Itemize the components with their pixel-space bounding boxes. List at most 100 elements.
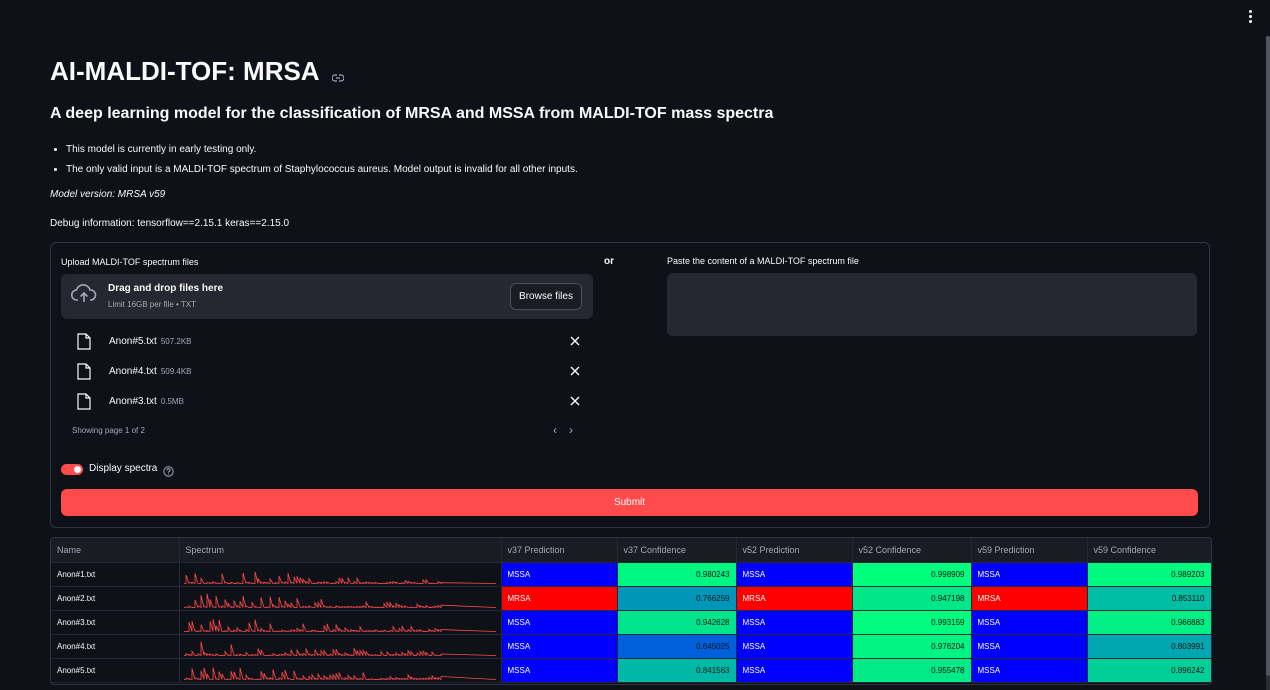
- column-header[interactable]: v37 Prediction: [501, 538, 618, 563]
- cell-name[interactable]: Anon#3.txt: [51, 610, 180, 635]
- spectrum-line: [183, 618, 496, 633]
- close-icon[interactable]: [568, 394, 582, 408]
- cell-name[interactable]: Anon#2.txt: [51, 586, 180, 611]
- cell-prediction[interactable]: MSSA: [736, 610, 853, 635]
- cell-confidence[interactable]: 0.841563: [617, 658, 737, 683]
- uploaded-file-row: Anon#5.txt 507.2KB: [77, 333, 582, 353]
- file-name-wrap: Anon#4.txt 509.4KB: [109, 366, 192, 377]
- cell-name[interactable]: Anon#1.txt: [51, 562, 180, 587]
- cell-prediction[interactable]: MSSA: [736, 634, 853, 659]
- cell-prediction[interactable]: MRSA: [971, 586, 1088, 611]
- spectrum-sparkline: [183, 593, 496, 609]
- table-row[interactable]: Anon#2.txt MRSA 0.766259 MRSA 0.947198 MRSA 0.…: [51, 586, 1211, 611]
- paste-label: Paste the content of a MALDI-TOF spectru…: [667, 256, 859, 266]
- chevron-left-icon[interactable]: ‹: [553, 424, 565, 436]
- column-header[interactable]: v59 Confidence: [1087, 538, 1211, 563]
- cell-prediction[interactable]: MSSA: [736, 658, 853, 683]
- table-row[interactable]: Anon#5.txt MSSA 0.841563 MSSA 0.955478 MSSA 0.…: [51, 658, 1211, 683]
- chevron-right-icon[interactable]: ›: [569, 424, 581, 436]
- spectrum-sparkline: [183, 667, 496, 681]
- display-spectra-toggle[interactable]: [61, 464, 83, 475]
- column-header[interactable]: v59 Prediction: [971, 538, 1088, 563]
- file-name: Anon#4.txt: [109, 366, 157, 377]
- cell-prediction[interactable]: MSSA: [501, 634, 618, 659]
- submit-button[interactable]: Submit: [61, 489, 1198, 516]
- column-header[interactable]: Spectrum: [179, 538, 502, 563]
- cell-spectrum-sparkline: [179, 586, 502, 611]
- model-version: Model version: MRSA v59: [50, 189, 166, 200]
- toggle-label: Display spectra: [89, 463, 158, 474]
- spectrum-sparkline: [183, 641, 496, 657]
- column-header[interactable]: v52 Prediction: [736, 538, 853, 563]
- cell-confidence[interactable]: 0.980243: [617, 562, 737, 587]
- cell-spectrum-sparkline: [179, 658, 502, 683]
- cell-confidence[interactable]: 0.993159: [852, 610, 972, 635]
- dropzone-title: Drag and drop files here: [108, 283, 224, 294]
- cell-prediction[interactable]: MSSA: [501, 658, 618, 683]
- uploaded-file-row: Anon#3.txt 0.5MB: [77, 393, 582, 413]
- browse-files-button[interactable]: Browse files: [510, 283, 582, 310]
- file-size: 507.2KB: [160, 337, 192, 346]
- cell-prediction[interactable]: MRSA: [736, 586, 853, 611]
- results-table[interactable]: Name Spectrum v37 Prediction v37 Confide…: [50, 537, 1212, 685]
- spectrum-paste-textarea[interactable]: [667, 273, 1197, 336]
- cell-confidence[interactable]: 0.896242: [1087, 658, 1211, 683]
- table-row[interactable]: Anon#3.txt MSSA 0.942628 MSSA 0.993159 MSSA 0.…: [51, 610, 1211, 635]
- close-icon[interactable]: [568, 334, 582, 348]
- cell-confidence[interactable]: 0.942628: [617, 610, 737, 635]
- cell-confidence[interactable]: 0.947198: [852, 586, 972, 611]
- cloud-upload-icon: [70, 284, 97, 309]
- cell-confidence[interactable]: 0.645025: [617, 634, 737, 659]
- page-title: AI-MALDI-TOF: MRSA: [50, 56, 319, 86]
- cell-prediction[interactable]: MSSA: [736, 562, 853, 587]
- cell-prediction[interactable]: MRSA: [501, 586, 618, 611]
- cell-confidence[interactable]: 0.976204: [852, 634, 972, 659]
- cell-prediction[interactable]: MSSA: [971, 562, 1088, 587]
- file-name-wrap: Anon#3.txt 0.5MB: [109, 396, 184, 407]
- file-dropzone[interactable]: Drag and drop files here Limit 16GB per …: [61, 274, 593, 319]
- cell-prediction[interactable]: MSSA: [971, 634, 1088, 659]
- page-subtitle: A deep learning model for the classifica…: [50, 105, 774, 122]
- debug-info: Debug information: tensorflow==2.15.1 ke…: [50, 218, 290, 229]
- results-grid: Name Spectrum v37 Prediction v37 Confide…: [51, 538, 1211, 683]
- file-name: Anon#3.txt: [109, 396, 157, 407]
- table-header-row: Name Spectrum v37 Prediction v37 Confide…: [51, 538, 1211, 563]
- cell-confidence[interactable]: 0.853110: [1087, 586, 1211, 611]
- main-menu-button[interactable]: [1246, 10, 1254, 26]
- cell-confidence[interactable]: 0.966883: [1087, 610, 1211, 635]
- help-icon[interactable]: [163, 464, 174, 482]
- link-icon[interactable]: [331, 58, 345, 89]
- column-header[interactable]: Name: [51, 538, 180, 563]
- spectrum-sparkline: [183, 571, 496, 585]
- file-icon: [77, 393, 91, 415]
- cell-name[interactable]: Anon#5.txt: [51, 658, 180, 683]
- column-header[interactable]: v52 Confidence: [852, 538, 972, 563]
- dropzone-limits: Limit 16GB per file • TXT: [108, 300, 197, 309]
- spectrum-line: [183, 641, 496, 657]
- cell-prediction[interactable]: MSSA: [501, 610, 618, 635]
- cell-confidence[interactable]: 0.989203: [1087, 562, 1211, 587]
- cell-spectrum-sparkline: [179, 610, 502, 635]
- close-icon[interactable]: [568, 364, 582, 378]
- scrollbar-thumb[interactable]: [1266, 36, 1270, 676]
- cell-prediction[interactable]: MSSA: [971, 658, 1088, 683]
- file-icon: [77, 363, 91, 385]
- list-item: The only valid input is a MALDI-TOF spec…: [66, 160, 578, 180]
- table-row[interactable]: Anon#1.txt MSSA 0.980243 MSSA 0.998909 MSSA 0.…: [51, 562, 1211, 587]
- spectrum-line: [183, 571, 496, 585]
- cell-name[interactable]: Anon#4.txt: [51, 634, 180, 659]
- cell-confidence[interactable]: 0.766259: [617, 586, 737, 611]
- cell-prediction[interactable]: MSSA: [501, 562, 618, 587]
- list-item: This model is currently in early testing…: [66, 140, 578, 160]
- cell-confidence[interactable]: 0.998909: [852, 562, 972, 587]
- column-header[interactable]: v37 Confidence: [617, 538, 737, 563]
- cell-confidence[interactable]: 0.955478: [852, 658, 972, 683]
- cell-prediction[interactable]: MSSA: [971, 610, 1088, 635]
- spectrum-sparkline: [183, 618, 496, 633]
- input-form: Upload MALDI-TOF spectrum files Drag and…: [50, 242, 1210, 528]
- cell-confidence[interactable]: 0.803991: [1087, 634, 1211, 659]
- spectrum-line: [183, 593, 496, 609]
- or-separator: or: [604, 256, 614, 267]
- cell-spectrum-sparkline: [179, 562, 502, 587]
- table-row[interactable]: Anon#4.txt MSSA 0.645025 MSSA 0.976204 MSSA 0.…: [51, 634, 1211, 659]
